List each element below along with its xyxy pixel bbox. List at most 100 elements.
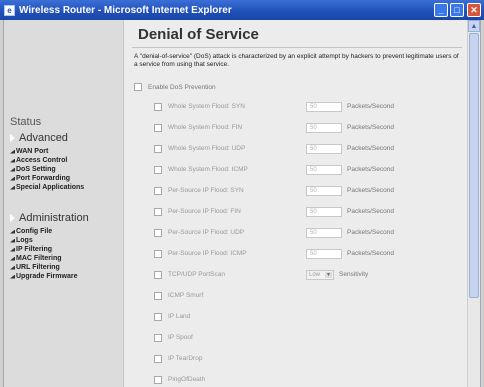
option-checkbox[interactable] <box>154 249 162 258</box>
vertical-scrollbar[interactable]: ▲ <box>467 20 480 387</box>
sidebar-item-label: Port Forwarding <box>16 175 71 182</box>
sidebar-administration-list: Config File Logs IP Filtering MAC Filter… <box>10 227 77 281</box>
expand-arrow-icon <box>10 134 15 142</box>
sidebar-item-access-control[interactable]: Access Control <box>10 156 84 165</box>
option-checkbox[interactable] <box>154 333 162 342</box>
threshold-input[interactable]: 50 <box>306 227 342 238</box>
option-checkbox[interactable] <box>154 102 162 111</box>
threshold-input[interactable]: 50 <box>306 206 342 217</box>
unit-label: Sensitivity <box>339 271 369 278</box>
scroll-thumb[interactable] <box>469 33 479 298</box>
sidebar-item-url-filtering[interactable]: URL Filtering <box>10 263 77 272</box>
threshold-input[interactable]: 50 <box>306 101 342 112</box>
sidebar-item-config-file[interactable]: Config File <box>10 227 77 236</box>
dos-option-row: IP Spoof <box>154 332 306 343</box>
option-label: Whole System Flood: UDP <box>168 145 246 152</box>
option-checkbox[interactable] <box>154 123 162 132</box>
pencil-icon <box>10 149 15 154</box>
option-checkbox[interactable] <box>154 165 162 174</box>
threshold-input[interactable]: 50 <box>306 185 342 196</box>
sidebar-advanced-list: WAN Port Access Control DoS Setting Port… <box>10 147 84 192</box>
dos-option-row: Whole System Flood: FIN 50 Packets/Secon… <box>154 122 394 133</box>
minimize-button[interactable]: _ <box>434 3 448 17</box>
unit-label: Packets/Second <box>347 124 394 131</box>
scroll-up-arrow-icon[interactable]: ▲ <box>468 20 480 32</box>
threshold-input[interactable]: 50 <box>306 248 342 259</box>
sensitivity-select[interactable]: Low ▼ <box>306 269 334 280</box>
sidebar-item-logs[interactable]: Logs <box>10 236 77 245</box>
unit-label: Packets/Second <box>347 145 394 152</box>
main-content: Denial of Service A "denial-of-service" … <box>124 20 469 387</box>
page-description: A "denial-of-service" (DoS) attack is ch… <box>134 53 459 68</box>
option-label: Whole System Flood: SYN <box>168 103 245 110</box>
sidebar-group-advanced[interactable]: Advanced <box>10 132 68 144</box>
browser-client-area: Status Advanced WAN Port Access Control … <box>3 20 481 387</box>
dos-option-row: Whole System Flood: ICMP 50 Packets/Seco… <box>154 164 394 175</box>
sidebar-item-upgrade-firmware[interactable]: Upgrade Firmware <box>10 272 77 281</box>
pencil-icon <box>10 274 15 279</box>
dos-option-row: TCP/UDP PortScan Low ▼ Sensitivity <box>154 269 368 280</box>
option-label: Per-Source IP Flood: FIN <box>168 208 241 215</box>
option-checkbox[interactable] <box>154 291 162 300</box>
sidebar-status-link[interactable]: Status <box>10 116 41 128</box>
page-title: Denial of Service <box>138 26 259 43</box>
sidebar-group-administration[interactable]: Administration <box>10 212 89 224</box>
sidebar-item-label: WAN Port <box>16 148 49 155</box>
pencil-icon <box>10 229 15 234</box>
enable-dos-checkbox[interactable] <box>134 83 142 91</box>
option-checkbox[interactable] <box>154 144 162 153</box>
expand-arrow-icon <box>10 214 15 222</box>
dos-option-row: Whole System Flood: SYN 50 Packets/Secon… <box>154 101 394 112</box>
option-checkbox[interactable] <box>154 186 162 195</box>
sidebar-item-dos-setting[interactable]: DoS Setting <box>10 165 84 174</box>
threshold-input[interactable]: 50 <box>306 164 342 175</box>
unit-label: Packets/Second <box>347 250 394 257</box>
option-label: Per-Source IP Flood: ICMP <box>168 250 247 257</box>
option-checkbox[interactable] <box>154 354 162 363</box>
dos-option-row: Per-Source IP Flood: ICMP 50 Packets/Sec… <box>154 248 394 259</box>
option-checkbox[interactable] <box>154 270 162 279</box>
sidebar-nav: Status Advanced WAN Port Access Control … <box>4 20 124 387</box>
dos-option-row: Whole System Flood: UDP 50 Packets/Secon… <box>154 143 394 154</box>
sidebar-item-special-applications[interactable]: Special Applications <box>10 183 84 192</box>
option-checkbox[interactable] <box>154 375 162 384</box>
option-checkbox[interactable] <box>154 312 162 321</box>
option-label: TCP/UDP PortScan <box>168 271 225 278</box>
option-checkbox[interactable] <box>154 228 162 237</box>
pencil-icon <box>10 176 15 181</box>
threshold-input[interactable]: 50 <box>306 122 342 133</box>
window-title: Wireless Router - Microsoft Internet Exp… <box>19 4 232 16</box>
unit-label: Packets/Second <box>347 187 394 194</box>
dos-option-row: IP TearDrop <box>154 353 306 364</box>
sidebar-item-mac-filtering[interactable]: MAC Filtering <box>10 254 77 263</box>
window-title-bar[interactable]: e Wireless Router - Microsoft Internet E… <box>0 0 484 20</box>
maximize-button[interactable]: □ <box>450 3 464 17</box>
pencil-icon <box>10 265 15 270</box>
enable-dos-row: Enable DoS Prevention <box>134 83 216 91</box>
option-label: PingOfDeath <box>168 376 206 383</box>
sidebar-item-port-forwarding[interactable]: Port Forwarding <box>10 174 84 183</box>
unit-label: Packets/Second <box>347 208 394 215</box>
sidebar-item-label: Logs <box>16 237 33 244</box>
threshold-input[interactable]: 50 <box>306 143 342 154</box>
option-checkbox[interactable] <box>154 207 162 216</box>
close-button[interactable]: ✕ <box>467 3 481 17</box>
internet-explorer-icon: e <box>4 4 15 16</box>
dos-option-row: Per-Source IP Flood: SYN 50 Packets/Seco… <box>154 185 394 196</box>
sidebar-item-label: Special Applications <box>16 184 85 191</box>
option-label: Whole System Flood: FIN <box>168 124 243 131</box>
sidebar-group-label: Advanced <box>19 132 68 144</box>
option-label: Per-Source IP Flood: SYN <box>168 187 244 194</box>
title-divider <box>132 47 462 48</box>
dos-option-row: Per-Source IP Flood: FIN 50 Packets/Seco… <box>154 206 394 217</box>
unit-label: Packets/Second <box>347 166 394 173</box>
option-label: ICMP Smurf <box>168 292 204 299</box>
unit-label: Packets/Second <box>347 103 394 110</box>
pencil-icon <box>10 185 15 190</box>
pencil-icon <box>10 167 15 172</box>
pencil-icon <box>10 247 15 252</box>
sidebar-item-wan-port[interactable]: WAN Port <box>10 147 84 156</box>
dos-option-row: PingOfDeath <box>154 374 306 385</box>
select-value: Low <box>309 271 321 278</box>
sidebar-item-ip-filtering[interactable]: IP Filtering <box>10 245 77 254</box>
